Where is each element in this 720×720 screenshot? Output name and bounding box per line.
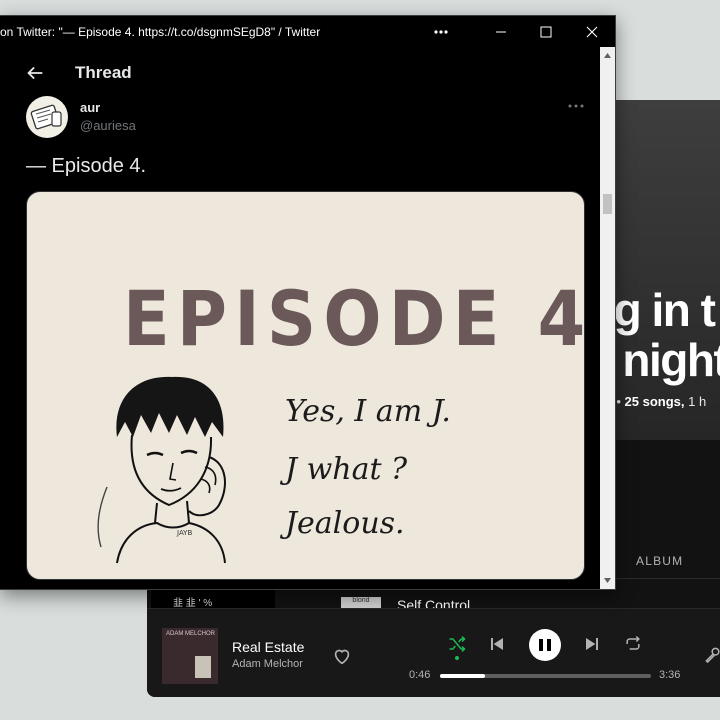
now-playing-cover[interactable]: ADAM MELCHOR: [162, 628, 218, 684]
image-line-2: J what ?: [285, 452, 408, 487]
window-title: on Twitter: "— Episode 4. https://t.co/d…: [0, 25, 321, 39]
repeat-icon[interactable]: [623, 634, 643, 654]
more-options-icon[interactable]: [418, 16, 464, 47]
next-track-icon[interactable]: [583, 635, 601, 653]
tweet-more-icon[interactable]: [565, 98, 587, 114]
pause-button[interactable]: [529, 629, 561, 661]
shuffle-icon[interactable]: [447, 634, 467, 654]
image-signature: JAYB: [176, 529, 192, 537]
previous-track-icon[interactable]: [488, 635, 506, 653]
elapsed-time: 0:46: [409, 669, 431, 681]
cover-figure: [195, 656, 211, 678]
cover-text: ADAM MELCHOR: [166, 631, 216, 637]
now-playing-bar: ADAM MELCHOR Real Estate Adam Melchor 0:…: [147, 608, 720, 697]
progress-bar-fill: [440, 674, 485, 678]
image-line-1: Yes, I am J.: [285, 394, 451, 429]
author-avatar[interactable]: [26, 96, 68, 138]
window-titlebar[interactable]: on Twitter: "— Episode 4. https://t.co/d…: [0, 16, 615, 47]
author-handle[interactable]: @auriesa: [80, 118, 136, 133]
playlist-meta-duration: 1 h: [688, 394, 707, 409]
scrollbar-thumb[interactable]: [603, 194, 612, 214]
image-line-3: Jealous.: [285, 506, 405, 541]
image-heading: EPISODE 4: [123, 274, 585, 363]
track-row-thumbnail-text: 韭 韭 ' %: [173, 598, 213, 609]
now-playing-song[interactable]: Real Estate: [232, 639, 304, 655]
avatar-drawing-icon: [30, 104, 62, 130]
tweet-image[interactable]: EPISODE 4 Yes, I am J. J what ? Jealous.…: [26, 191, 585, 580]
tweet-text: — Episode 4.: [26, 155, 147, 177]
track-duration: 3:36: [659, 669, 681, 681]
twitter-window: on Twitter: "— Episode 4. https://t.co/d…: [0, 15, 616, 590]
close-icon[interactable]: [569, 16, 615, 47]
minimize-icon[interactable]: [478, 16, 524, 47]
shuffle-active-dot: [455, 656, 459, 660]
author-name[interactable]: aur: [80, 100, 100, 115]
pause-icon-bar: [547, 639, 551, 651]
scroll-up-arrow-icon[interactable]: [603, 51, 612, 60]
back-arrow-icon[interactable]: [24, 62, 46, 84]
like-heart-icon[interactable]: [331, 645, 353, 667]
playlist-meta-songs: 25 songs,: [624, 394, 685, 409]
microphone-lyrics-icon[interactable]: [703, 645, 720, 665]
column-header-album[interactable]: ALBUM: [636, 554, 683, 568]
character-sketch: JAYB: [97, 376, 226, 564]
maximize-icon[interactable]: [523, 16, 569, 47]
page-title: Thread: [75, 63, 132, 82]
pause-icon: [539, 639, 543, 651]
scrollbar[interactable]: [600, 47, 615, 589]
scroll-down-arrow-icon[interactable]: [603, 576, 612, 585]
now-playing-artist[interactable]: Adam Melchor: [232, 658, 303, 670]
progress-bar[interactable]: [440, 674, 651, 678]
